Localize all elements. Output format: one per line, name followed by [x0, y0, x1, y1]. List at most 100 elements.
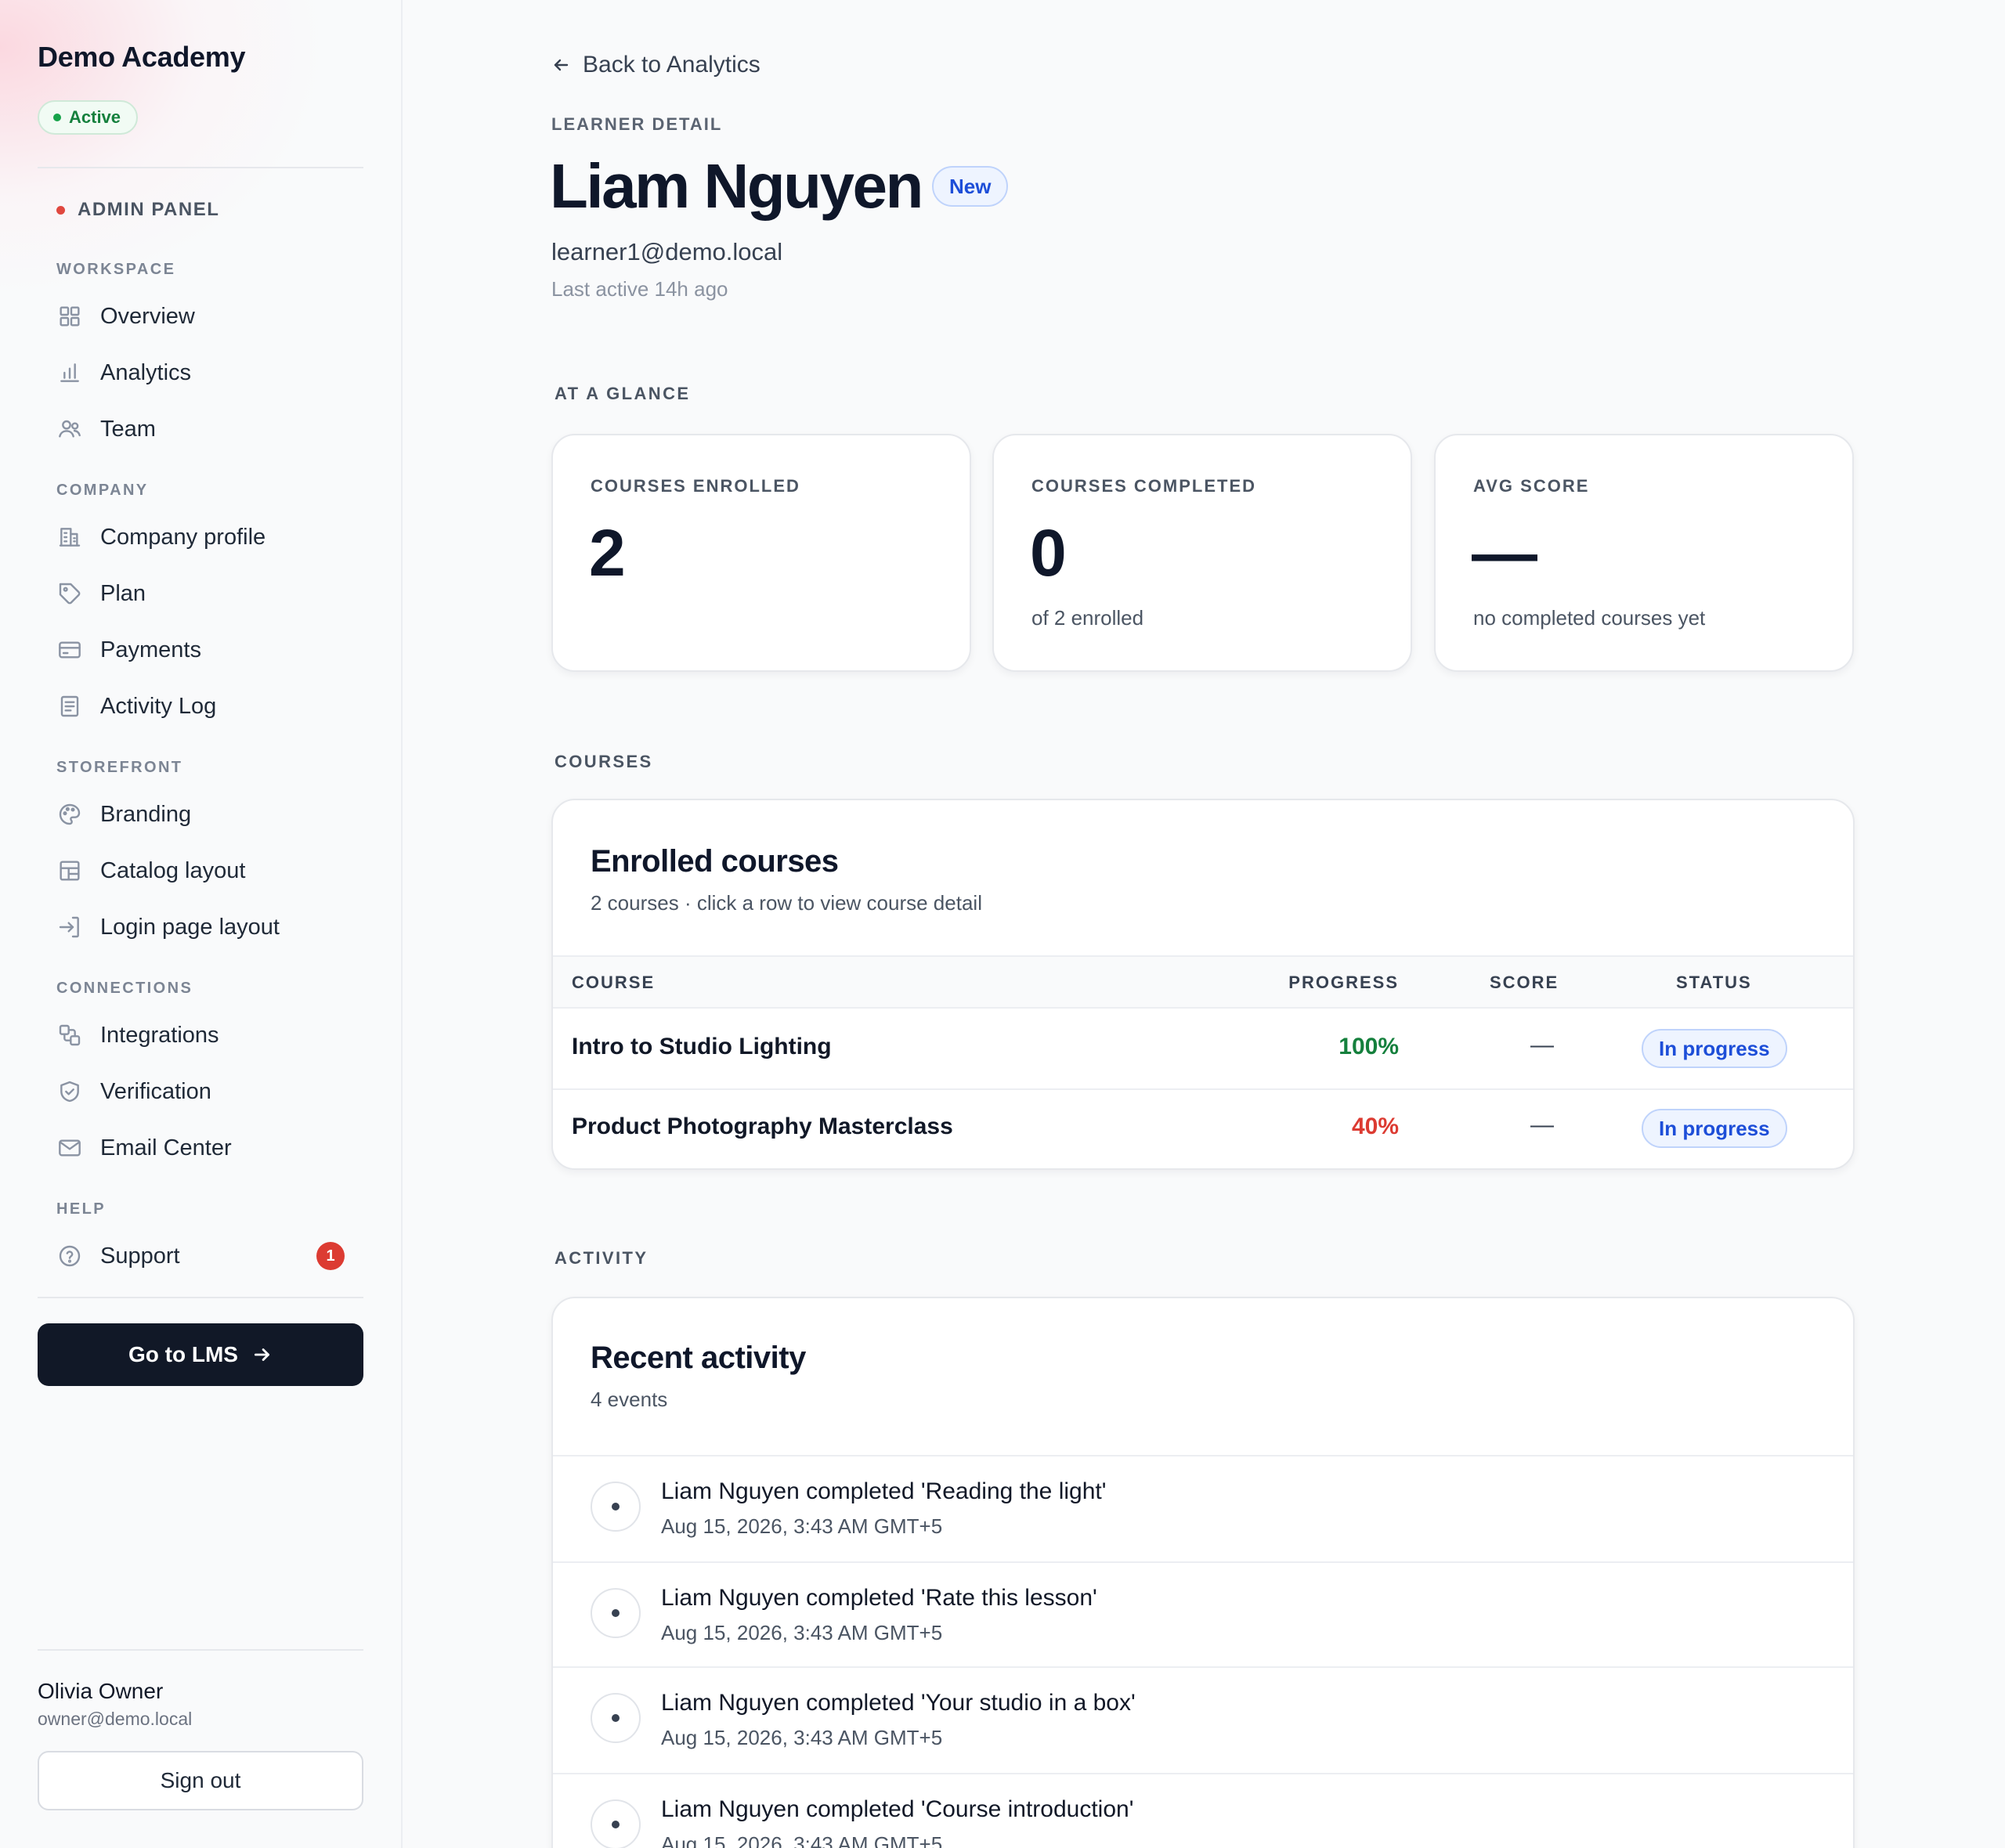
status-badge: In progress	[1642, 1029, 1787, 1068]
panel-title: Enrolled courses	[591, 844, 839, 879]
user-email: owner@demo.local	[38, 1709, 193, 1729]
credit-card-icon	[56, 637, 83, 663]
panel-title: Recent activity	[591, 1341, 806, 1375]
activity-time: Aug 15, 2026, 3:43 AM GMT+5	[661, 1514, 943, 1538]
sidebar-item-label: Support	[100, 1243, 180, 1269]
activity-text: Liam Nguyen completed 'Reading the light…	[661, 1478, 1107, 1504]
activity-time: Aug 15, 2026, 3:43 AM GMT+5	[661, 1726, 943, 1749]
sidebar-item-login-page-layout[interactable]: Login page layout	[44, 904, 357, 951]
status-label: Active	[69, 107, 121, 127]
new-badge: New	[932, 166, 1009, 207]
stat-card-courses-enrolled: COURSES ENROLLED 2	[551, 434, 971, 672]
section-heading-at-a-glance: AT A GLANCE	[555, 384, 691, 403]
sidebar-item-payments[interactable]: Payments	[44, 626, 357, 673]
timeline-dot-icon	[591, 1588, 641, 1638]
panel-subtitle: 2 courses · click a row to view course d…	[591, 891, 982, 915]
arrow-left-icon	[554, 59, 569, 71]
stat-subtext: no completed courses yet	[1473, 606, 1706, 630]
stat-label: COURSES ENROLLED	[591, 476, 800, 496]
stat-value: 2	[589, 516, 626, 590]
activity-time: Aug 15, 2026, 3:43 AM GMT+5	[661, 1832, 943, 1848]
admin-panel-label: ADMIN PANEL	[56, 199, 219, 221]
stat-label: AVG SCORE	[1473, 476, 1590, 496]
panel-subtitle: 4 events	[591, 1388, 668, 1411]
sidebar-item-analytics[interactable]: Analytics	[44, 349, 357, 396]
column-header-status: STATUS	[1676, 973, 1752, 992]
enrolled-courses-panel: Enrolled courses 2 courses · click a row…	[551, 799, 1855, 1170]
divider	[38, 1297, 363, 1298]
sidebar-item-label: Integrations	[100, 1022, 219, 1048]
help-circle-icon	[56, 1243, 83, 1269]
brand-name: Demo Academy	[38, 41, 246, 73]
sidebar-item-label: Catalog layout	[100, 857, 246, 883]
stat-label: COURSES COMPLETED	[1031, 476, 1257, 496]
course-score: —	[1530, 1112, 1554, 1138]
learner-email: learner1@demo.local	[551, 238, 783, 265]
back-link-label: Back to Analytics	[583, 52, 760, 78]
course-score: —	[1530, 1032, 1554, 1058]
mail-icon	[56, 1135, 83, 1161]
users-icon	[56, 416, 83, 442]
stat-value: —	[1472, 516, 1537, 590]
timeline-dot-icon	[591, 1693, 641, 1743]
sidebar-item-integrations[interactable]: Integrations	[44, 1012, 357, 1059]
column-header-progress: PROGRESS	[1288, 973, 1399, 992]
last-active: Last active 14h ago	[551, 277, 728, 301]
sidebar-item-branding[interactable]: Branding	[44, 791, 357, 838]
support-notification-badge: 1	[316, 1242, 345, 1270]
admin-panel-text: ADMIN PANEL	[78, 199, 220, 220]
shield-check-icon	[56, 1078, 83, 1105]
status-badge: In progress	[1642, 1109, 1787, 1148]
sidebar-item-label: Plan	[100, 580, 146, 606]
admin-panel-dot	[56, 205, 65, 215]
status-badge: Active	[38, 100, 139, 135]
sidebar-item-email-center[interactable]: Email Center	[44, 1124, 357, 1171]
bar-chart-icon	[56, 359, 83, 386]
sidebar-item-catalog-layout[interactable]: Catalog layout	[44, 847, 357, 894]
user-name: Olivia Owner	[38, 1679, 164, 1703]
sidebar-item-label: Overview	[100, 303, 195, 329]
building-icon	[56, 524, 83, 550]
sidebar-item-verification[interactable]: Verification	[44, 1068, 357, 1115]
stat-card-courses-completed: COURSES COMPLETED 0 of 2 enrolled	[992, 434, 1412, 672]
sidebar-item-plan[interactable]: Plan	[44, 570, 357, 617]
table-row[interactable]: Intro to Studio Lighting 100% — In progr…	[553, 1010, 1853, 1088]
activity-text: Liam Nguyen completed 'Course introducti…	[661, 1796, 1134, 1822]
divider	[38, 1649, 363, 1651]
sidebar-item-support[interactable]: Support	[44, 1233, 357, 1280]
stat-subtext: of 2 enrolled	[1031, 606, 1144, 630]
sidebar-item-label: Team	[100, 416, 156, 442]
list-item: Liam Nguyen completed 'Course introducti…	[553, 1773, 1853, 1848]
timeline-dot-icon	[591, 1482, 641, 1532]
section-label-storefront: STOREFRONT	[56, 759, 183, 776]
section-heading-courses: COURSES	[555, 752, 653, 771]
page-title: Liam Nguyen	[550, 151, 923, 221]
sidebar-item-overview[interactable]: Overview	[44, 293, 357, 340]
section-label-help: HELP	[56, 1200, 106, 1218]
sidebar-item-label: Payments	[100, 637, 201, 662]
section-label-connections: CONNECTIONS	[56, 980, 193, 997]
course-name: Intro to Studio Lighting	[572, 1034, 832, 1059]
table-row[interactable]: Product Photography Masterclass 40% — In…	[553, 1088, 1853, 1167]
timeline-dot-icon	[591, 1799, 641, 1848]
course-name: Product Photography Masterclass	[572, 1113, 953, 1139]
sign-out-button[interactable]: Sign out	[38, 1751, 363, 1810]
list-item: Liam Nguyen completed 'Reading the light…	[553, 1455, 1853, 1561]
tag-icon	[56, 580, 83, 607]
sidebar-item-label: Activity Log	[100, 693, 217, 719]
sidebar-item-activity-log[interactable]: Activity Log	[44, 683, 357, 730]
integrations-icon	[56, 1022, 83, 1049]
sidebar-item-team[interactable]: Team	[44, 406, 357, 453]
section-label-company: COMPANY	[56, 482, 149, 499]
arrow-right-icon	[254, 1348, 269, 1361]
stat-card-avg-score: AVG SCORE — no completed courses yet	[1434, 434, 1854, 672]
stat-value: 0	[1030, 516, 1067, 590]
go-to-lms-label: Go to LMS	[128, 1342, 238, 1366]
back-to-analytics-link[interactable]: Back to Analytics	[551, 52, 760, 78]
course-progress: 100%	[1338, 1034, 1399, 1059]
column-header-course: COURSE	[572, 973, 656, 992]
sidebar-item-company-profile[interactable]: Company profile	[44, 514, 357, 561]
section-label-workspace: WORKSPACE	[56, 261, 176, 278]
sidebar-item-label: Verification	[100, 1078, 211, 1104]
go-to-lms-button[interactable]: Go to LMS	[38, 1323, 363, 1386]
